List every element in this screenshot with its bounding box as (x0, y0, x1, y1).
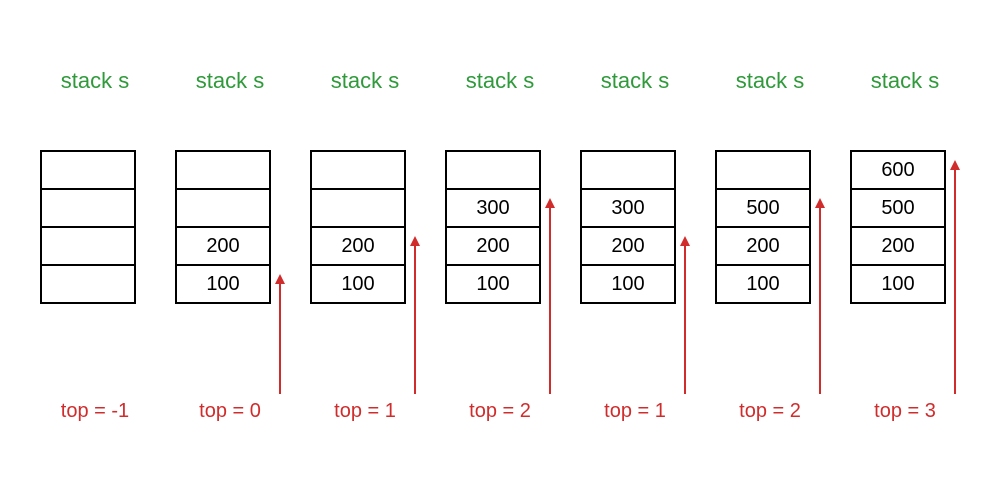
stack-cell: 100 (850, 264, 946, 304)
stack-cell (175, 150, 271, 190)
top-pointer-arrow (954, 170, 956, 394)
stack-cell (175, 188, 271, 228)
stack-title: stack s (580, 68, 690, 94)
stack-cell: 500 (715, 188, 811, 228)
top-label: top = 1 (310, 400, 420, 423)
stack-cell: 200 (715, 226, 811, 266)
stack-cell (40, 188, 136, 228)
stack-title: stack s (850, 68, 960, 94)
top-label: top = 2 (445, 400, 555, 423)
top-label: top = 2 (715, 400, 825, 423)
stack-title: stack s (175, 68, 285, 94)
stack-cell: 300 (445, 188, 541, 228)
stack-cell: 100 (580, 264, 676, 304)
stack-cell: 200 (850, 226, 946, 266)
stack-cell: 200 (580, 226, 676, 266)
top-pointer-arrow (279, 284, 281, 394)
top-pointer-arrow (819, 208, 821, 394)
stack-cell (40, 226, 136, 266)
stack-cell: 500 (850, 188, 946, 228)
stack-cell: 600 (850, 150, 946, 190)
stack-cell: 100 (310, 264, 406, 304)
stack-cell (40, 150, 136, 190)
stack-cell (715, 150, 811, 190)
stack-cell (310, 150, 406, 190)
top-label: top = -1 (40, 400, 150, 423)
stack-cell (580, 150, 676, 190)
stack-cell: 100 (445, 264, 541, 304)
top-pointer-arrow (414, 246, 416, 394)
top-label: top = 3 (850, 400, 960, 423)
stack-cell: 100 (175, 264, 271, 304)
stack-title: stack s (40, 68, 150, 94)
stack-cell: 200 (310, 226, 406, 266)
top-pointer-arrow (684, 246, 686, 394)
stack-cell (310, 188, 406, 228)
top-label: top = 0 (175, 400, 285, 423)
stack-title: stack s (445, 68, 555, 94)
top-pointer-arrow (549, 208, 551, 394)
stack-cell (445, 150, 541, 190)
stack-cell: 200 (445, 226, 541, 266)
stack-cell (40, 264, 136, 304)
stack-cell: 100 (715, 264, 811, 304)
stack-title: stack s (715, 68, 825, 94)
stack-cell: 300 (580, 188, 676, 228)
stack-cell: 200 (175, 226, 271, 266)
stack-title: stack s (310, 68, 420, 94)
top-label: top = 1 (580, 400, 690, 423)
